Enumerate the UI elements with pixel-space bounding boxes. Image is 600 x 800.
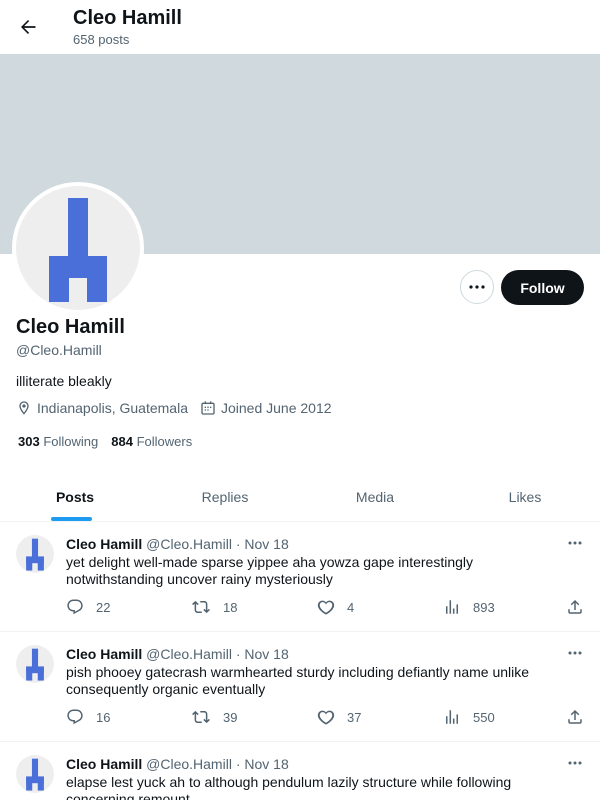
- following-link[interactable]: 303 Following: [18, 434, 98, 449]
- profile-display-name: Cleo Hamill: [16, 316, 125, 338]
- more-dots-icon: [568, 651, 582, 655]
- avatar-image: [16, 186, 140, 310]
- tab-media[interactable]: Media: [300, 472, 450, 521]
- tweet-author-handle[interactable]: @Cleo.Hamill: [146, 536, 232, 552]
- profile-meta: Indianapolis, Guatemala Joined June 2012: [16, 400, 344, 416]
- views-button[interactable]: 550: [443, 708, 495, 726]
- reply-count: 22: [96, 599, 111, 615]
- tweet-separator: ·: [235, 536, 241, 552]
- reply-icon: [67, 599, 83, 615]
- tweet-header: Cleo Hamill @Cleo.Hamill · Nov 18: [66, 646, 289, 662]
- tweet-date[interactable]: Nov 18: [244, 536, 288, 552]
- profile-bio: illiterate bleakly: [16, 373, 112, 389]
- following-count: 303: [18, 434, 40, 449]
- tweet-avatar[interactable]: [16, 755, 54, 793]
- views-button[interactable]: 893: [443, 598, 495, 616]
- tweet-author-name[interactable]: Cleo Hamill: [66, 756, 142, 772]
- join-date: Joined June 2012: [200, 400, 332, 416]
- profile-tabs: Posts Replies Media Likes: [0, 472, 600, 522]
- tweet-date[interactable]: Nov 18: [244, 756, 288, 772]
- avatar-glyph: [26, 758, 44, 791]
- avatar-glyph: [26, 538, 44, 571]
- arrow-left-icon: [21, 20, 36, 34]
- more-dots-icon: [568, 761, 582, 765]
- tweet-author-handle[interactable]: @Cleo.Hamill: [146, 646, 232, 662]
- header-name: Cleo Hamill: [73, 7, 182, 29]
- tweet-separator: ·: [235, 756, 241, 772]
- repost-count: 18: [223, 599, 238, 615]
- like-count: 37: [347, 709, 362, 725]
- tweet-author-handle[interactable]: @Cleo.Hamill: [146, 756, 232, 772]
- more-dots-icon: [469, 285, 485, 289]
- active-tab-indicator: [51, 517, 92, 521]
- location-text: Indianapolis, Guatemala: [37, 400, 188, 416]
- tweet[interactable]: Cleo Hamill @Cleo.Hamill · Nov 18 pish p…: [0, 632, 600, 742]
- tweet-header: Cleo Hamill @Cleo.Hamill · Nov 18: [66, 756, 289, 772]
- followers-link[interactable]: 884 Followers: [111, 434, 192, 449]
- tweet-avatar[interactable]: [16, 535, 54, 573]
- share-button[interactable]: [566, 598, 596, 616]
- top-bar: Cleo Hamill 658 posts: [0, 0, 600, 54]
- tweet-more-button[interactable]: [565, 755, 585, 771]
- tweet-author-name[interactable]: Cleo Hamill: [66, 536, 142, 552]
- tab-likes[interactable]: Likes: [450, 472, 600, 521]
- avatar-glyph: [26, 648, 44, 681]
- repost-icon: [192, 710, 210, 724]
- tweet[interactable]: Cleo Hamill @Cleo.Hamill · Nov 18 elapse…: [0, 742, 600, 800]
- avatar-glyph: [49, 198, 107, 302]
- tweet-date[interactable]: Nov 18: [244, 646, 288, 662]
- reply-icon: [67, 709, 83, 725]
- like-button[interactable]: 37: [317, 708, 361, 726]
- location-pin-icon: [19, 401, 29, 415]
- profile-handle: @Cleo.Hamill: [16, 342, 102, 358]
- followers-count: 884: [111, 434, 133, 449]
- share-icon: [568, 709, 582, 724]
- repost-icon: [192, 600, 210, 614]
- calendar-icon: [201, 401, 215, 415]
- tweet-text: pish phooey gatecrash warmhearted sturdy…: [66, 664, 530, 697]
- tab-posts[interactable]: Posts: [0, 472, 150, 521]
- heart-icon: [317, 600, 335, 615]
- more-dots-icon: [568, 541, 582, 545]
- views-chart-icon: [446, 600, 458, 614]
- views-chart-icon: [446, 710, 458, 724]
- location: Indianapolis, Guatemala: [16, 400, 188, 416]
- repost-count: 39: [223, 709, 238, 725]
- tweet-text: yet delight well-made sparse yippee aha …: [66, 554, 474, 587]
- views-count: 550: [473, 709, 495, 725]
- tweet-author-name[interactable]: Cleo Hamill: [66, 646, 142, 662]
- profile-avatar[interactable]: [12, 182, 144, 314]
- like-button[interactable]: 4: [317, 598, 354, 616]
- follow-stats: 303 Following 884 Followers: [18, 434, 205, 449]
- tweet-actions: 22 18 4 893: [66, 598, 586, 616]
- reply-button[interactable]: 16: [66, 708, 110, 726]
- reply-count: 16: [96, 709, 111, 725]
- heart-icon: [317, 710, 335, 725]
- tweet-separator: ·: [235, 646, 241, 662]
- tweet-more-button[interactable]: [565, 535, 585, 551]
- more-options-button[interactable]: [460, 270, 494, 304]
- share-button[interactable]: [566, 708, 596, 726]
- join-date-text: Joined June 2012: [221, 400, 332, 416]
- views-count: 893: [473, 599, 495, 615]
- tweet[interactable]: Cleo Hamill @Cleo.Hamill · Nov 18 yet de…: [0, 522, 600, 632]
- tweet-actions: 16 39 37 550: [66, 708, 586, 726]
- repost-button[interactable]: 39: [191, 708, 237, 726]
- tweet-text: elapse lest yuck ah to although pendulum…: [66, 774, 512, 800]
- tab-replies[interactable]: Replies: [150, 472, 300, 521]
- back-button[interactable]: [14, 13, 42, 41]
- like-count: 4: [347, 599, 355, 615]
- share-icon: [568, 599, 582, 614]
- followers-label: Followers: [136, 434, 193, 449]
- tweet-more-button[interactable]: [565, 645, 585, 661]
- tweet-avatar[interactable]: [16, 645, 54, 683]
- follow-button[interactable]: Follow: [501, 270, 584, 305]
- header-post-count: 658 posts: [73, 32, 130, 47]
- reply-button[interactable]: 22: [66, 598, 110, 616]
- tweet-header: Cleo Hamill @Cleo.Hamill · Nov 18: [66, 536, 289, 552]
- following-label: Following: [43, 434, 99, 449]
- repost-button[interactable]: 18: [191, 598, 237, 616]
